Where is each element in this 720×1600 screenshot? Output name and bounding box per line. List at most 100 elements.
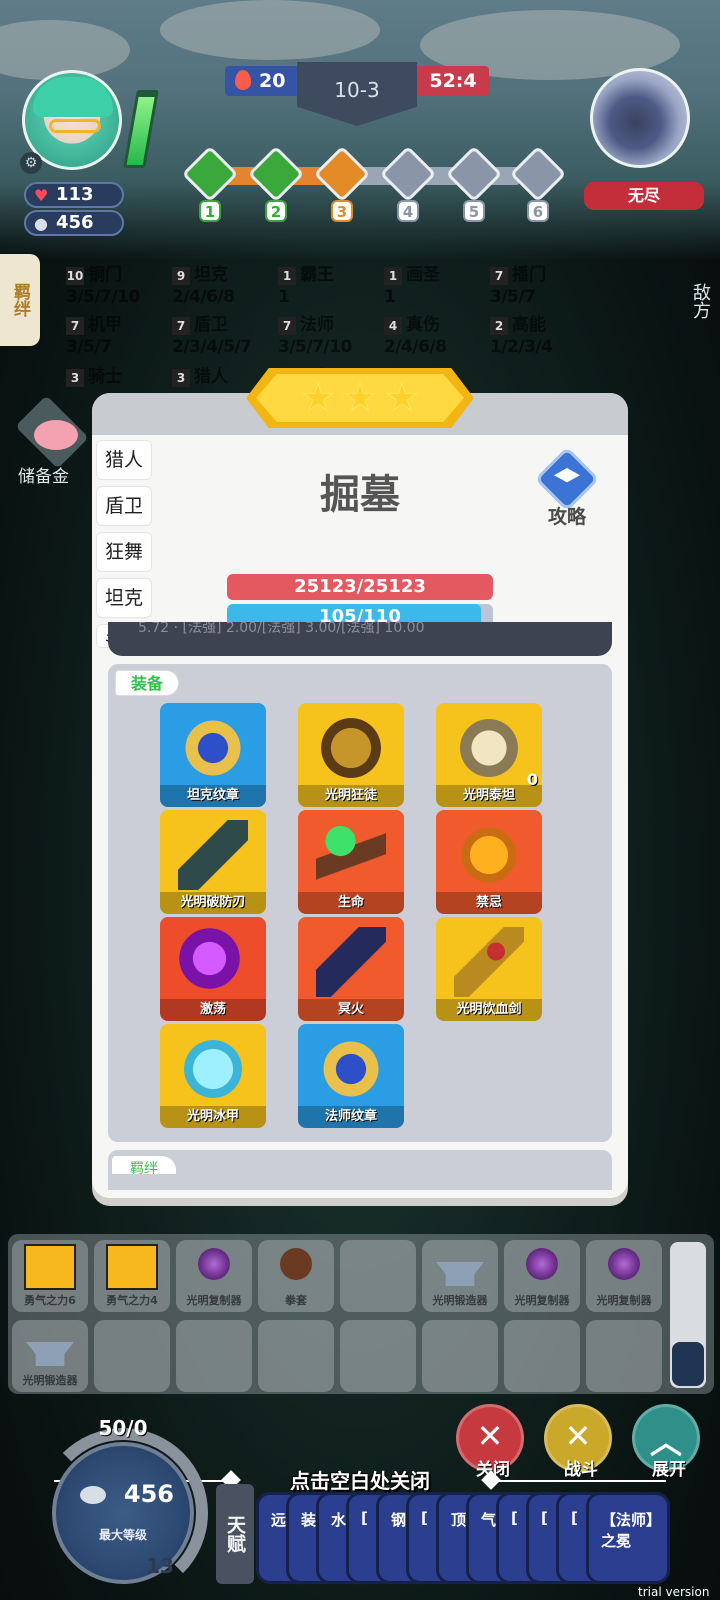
skill-description: 5.72 · [法强] 2.00/[法强] 3.00/[法强] 10.00 — [108, 622, 612, 656]
trait-tiers: 1 — [384, 287, 396, 307]
scroll-thumb[interactable] — [672, 1342, 704, 1386]
trait-entry[interactable]: 7 机甲 3/5/7 — [66, 310, 176, 360]
bench-slot[interactable] — [340, 1320, 416, 1392]
bench-slot[interactable] — [422, 1320, 498, 1392]
talent-card[interactable]: 【法师】之冕 — [586, 1492, 670, 1584]
trait-entry[interactable]: 7 播门 3/5/7 — [490, 260, 600, 310]
trait-entry[interactable]: 9 坦克 2/4/6/8 — [172, 260, 282, 310]
equipment-item[interactable]: 法师纹章 — [298, 1024, 404, 1128]
orb-icon — [526, 1248, 558, 1280]
bench-slot[interactable]: 光明锻造器 — [422, 1240, 498, 1312]
trait-count: 7 — [172, 317, 190, 335]
trait-tiers: 2/4/6/8 — [172, 287, 235, 307]
equipment-item[interactable]: 光明饮血剑 — [436, 917, 542, 1021]
bench-slot[interactable]: 光明复制器 — [504, 1240, 580, 1312]
level-progress: 50/0 — [98, 1416, 148, 1440]
trait-name: 猎人 — [194, 367, 228, 387]
bench-slot[interactable]: 拳套 — [258, 1240, 334, 1312]
trait-tab[interactable]: 坦克 — [96, 578, 152, 618]
heart-icon: ♥ — [34, 186, 49, 205]
trait-entry[interactable]: 7 法师 3/5/7/10 — [278, 310, 388, 360]
bench-slot[interactable]: 勇气之力6 — [12, 1240, 88, 1312]
equipment-item[interactable]: 光明破防刃 — [160, 810, 266, 914]
avatar-glasses — [49, 119, 101, 133]
equipment-item[interactable]: 生命 — [298, 810, 404, 914]
score-left: 20 — [225, 66, 297, 96]
piggy-bank-icon[interactable] — [34, 420, 78, 450]
guide-button[interactable]: 攻略 — [534, 446, 600, 532]
synergy-tab[interactable]: 羁绊 — [0, 254, 40, 346]
orb-icon — [198, 1248, 230, 1280]
trait-name: 真伤 — [406, 315, 440, 335]
bench-slot[interactable] — [176, 1320, 252, 1392]
equipment-name: 坦克纹章 — [160, 785, 266, 807]
anvil-icon — [436, 1262, 484, 1286]
trait-count: 1 — [384, 267, 402, 285]
trait-entry[interactable]: 2 高能 1/2/3/4 — [490, 310, 600, 360]
broken-blade-icon — [178, 820, 248, 890]
stage-number: 6 — [527, 200, 549, 222]
equipment-item[interactable]: 冥火 — [298, 917, 404, 1021]
bench-slot[interactable] — [586, 1320, 662, 1392]
bench-slot[interactable]: 光明锻造器 — [12, 1320, 88, 1392]
bench-slot[interactable]: 光明复制器 — [176, 1240, 252, 1312]
bench-item-label: 拳套 — [285, 1294, 307, 1307]
player-gold-pill: ● 456 — [24, 210, 124, 236]
enemy-tab[interactable]: 敌方 — [680, 268, 720, 334]
bench-slot[interactable]: 光明复制器 — [586, 1240, 662, 1312]
trait-count: 7 — [278, 317, 296, 335]
equipment-item[interactable]: 坦克纹章 — [160, 703, 266, 807]
trait-count: 2 — [490, 317, 508, 335]
trait-entry[interactable]: 1 霸王 1 — [278, 260, 388, 310]
trait-name: 铜门 — [88, 265, 122, 285]
talent-tab[interactable]: 天赋 — [216, 1484, 254, 1584]
close-button[interactable]: ✕ 关闭 — [456, 1404, 524, 1480]
stage-number: 5 — [463, 200, 485, 222]
enemy-avatar[interactable] — [590, 68, 690, 168]
fight-button[interactable]: ✕ 战斗 — [544, 1404, 612, 1480]
max-level-label: 最大等级 — [98, 1528, 147, 1542]
equipment-item[interactable]: 激荡 — [160, 917, 266, 1021]
bench-slot[interactable] — [258, 1320, 334, 1392]
bench-item-label: 光明锻造器 — [22, 1374, 78, 1387]
bench-slot[interactable] — [94, 1320, 170, 1392]
equipment-item[interactable]: 禁忌 — [436, 810, 542, 914]
trait-tiers: 1 — [278, 287, 290, 307]
trait-tab[interactable]: 狂舞 — [96, 532, 152, 572]
equipment-item[interactable]: 0 光明泰坦 — [436, 703, 542, 807]
flame-icon — [235, 70, 251, 90]
trait-tiers: 3/5/7/10 — [278, 337, 352, 357]
titan-helm-icon — [454, 713, 524, 783]
trait-entry[interactable]: 7 盾卫 2/3/4/5/7 — [172, 310, 282, 360]
bench-slot[interactable] — [340, 1240, 416, 1312]
equipment-tag: 装备 — [115, 670, 179, 696]
bloodthirster-icon — [454, 927, 524, 997]
equipment-name: 光明泰坦 — [436, 785, 542, 807]
trait-tab[interactable]: 盾卫 — [96, 486, 152, 526]
bench-slot[interactable] — [504, 1320, 580, 1392]
equipment-name: 光明饮血剑 — [436, 999, 542, 1021]
equipment-item[interactable]: 光明狂徒 — [298, 703, 404, 807]
bench-slot[interactable]: 勇气之力4 — [94, 1240, 170, 1312]
score-right: 52:4 — [417, 66, 489, 96]
equipment-item[interactable]: 光明冰甲 — [160, 1024, 266, 1128]
level-number: 13 — [146, 1554, 174, 1578]
trait-count: 3 — [172, 369, 190, 387]
trait-count: 7 — [490, 267, 508, 285]
guide-label: 攻略 — [547, 506, 586, 528]
trait-tab[interactable]: 猎人 — [96, 440, 152, 480]
level-cost: 456 — [123, 1480, 174, 1508]
settings-gear-icon[interactable]: ⚙ — [20, 152, 42, 174]
talent-card-row: 远装水[钢[顶气[[[【法师】之冕 — [256, 1492, 696, 1584]
unit-hp-bar: 25123/25123 — [227, 574, 493, 600]
bench-scrollbar[interactable] — [670, 1242, 706, 1388]
stage-number: 4 — [397, 200, 419, 222]
expand-button[interactable]: ︿ 展开 — [632, 1404, 700, 1480]
talent-card-label: 【法师】之冕 — [601, 1511, 662, 1550]
equipment-name: 生命 — [298, 892, 404, 914]
trait-name: 霸王 — [300, 265, 334, 285]
trait-entry[interactable]: 10 铜门 3/5/7/10 — [66, 260, 176, 310]
star-icon — [385, 381, 419, 412]
trait-entry[interactable]: 1 画圣 1 — [384, 260, 494, 310]
trait-entry[interactable]: 4 真伤 2/4/6/8 — [384, 310, 494, 360]
